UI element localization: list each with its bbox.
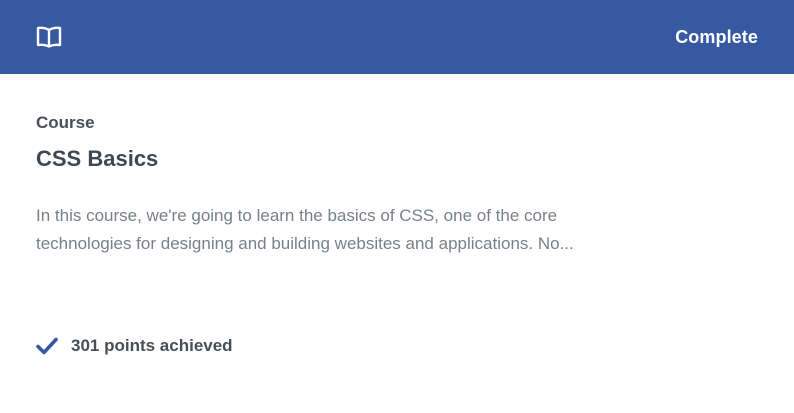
points-label: 301 points achieved bbox=[71, 336, 233, 355]
book-open-icon bbox=[36, 26, 62, 48]
course-title[interactable]: CSS Basics bbox=[36, 145, 158, 173]
points-achieved: 301 points achieved bbox=[36, 336, 233, 356]
checkmark-icon bbox=[36, 337, 71, 355]
content-type-label: Course bbox=[36, 113, 95, 132]
course-description: In this course, we're going to learn the… bbox=[36, 202, 758, 258]
card-header: Complete bbox=[0, 0, 794, 74]
completion-status: Complete bbox=[675, 26, 758, 47]
description-line: technologies for designing and building … bbox=[36, 234, 574, 253]
description-line: In this course, we're going to learn the… bbox=[36, 206, 558, 225]
course-card[interactable]: Complete Course CSS Basics In this cours… bbox=[0, 0, 794, 413]
